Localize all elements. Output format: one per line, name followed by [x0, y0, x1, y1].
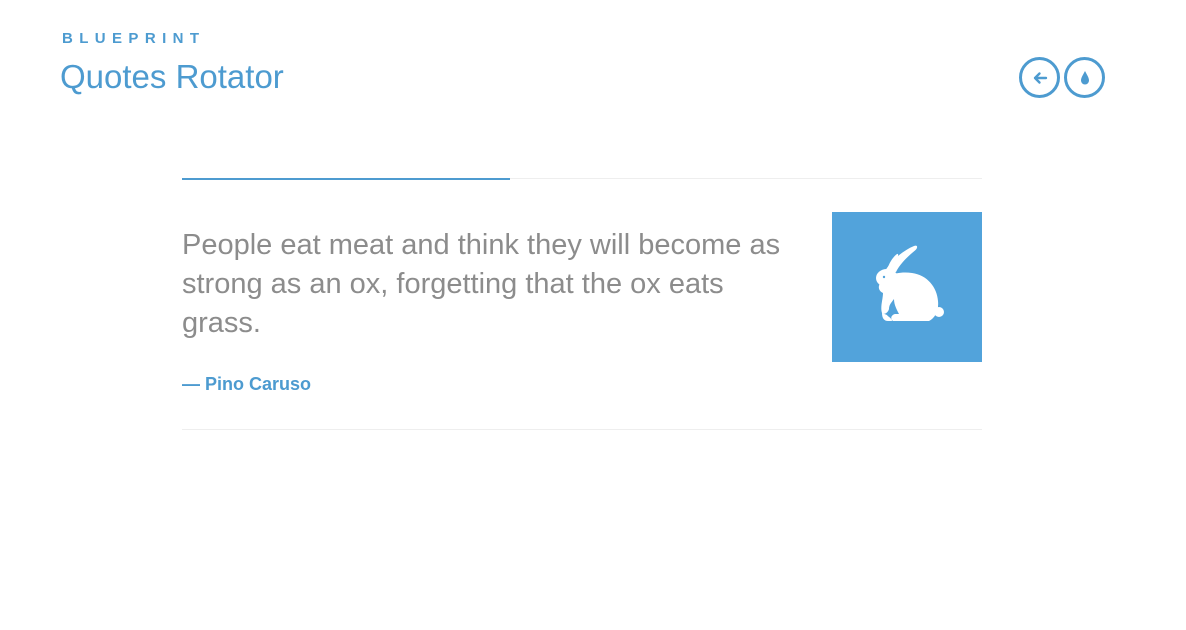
bottom-rule: [182, 429, 982, 430]
previous-demo-button[interactable]: [1019, 57, 1060, 98]
arrow-left-icon: [1033, 71, 1047, 84]
nav-icons: [1019, 57, 1105, 98]
page-title: Quotes Rotator: [60, 58, 284, 95]
quote-text: People eat meat and think they will beco…: [182, 229, 781, 339]
brand-label: BLUEPRINT: [62, 30, 206, 47]
progress-bar: [182, 178, 510, 180]
back-to-codrops-button[interactable]: [1064, 57, 1105, 98]
quotes-rotator: People eat meat and think they will beco…: [182, 178, 982, 430]
quote-image: [832, 212, 982, 362]
rabbit-icon: [876, 245, 944, 321]
water-drop-icon: [1080, 70, 1089, 84]
quote-author: — Pino Caruso: [182, 374, 312, 394]
